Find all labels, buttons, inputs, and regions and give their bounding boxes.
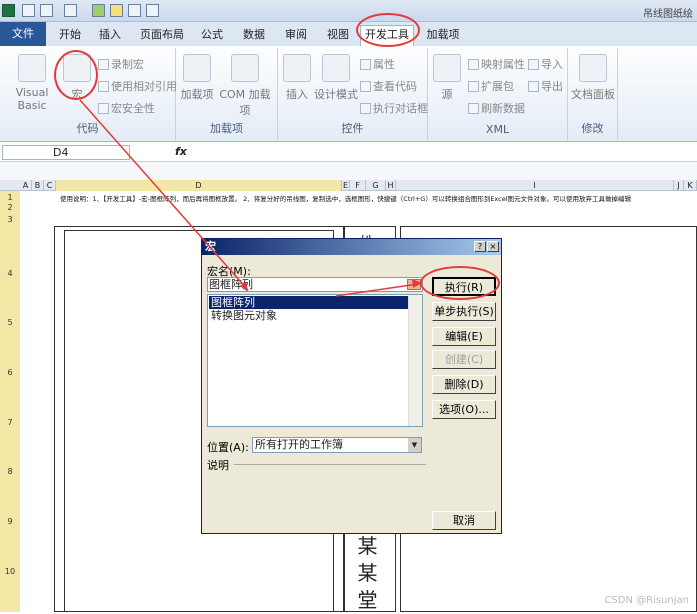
arrow-line bbox=[335, 283, 419, 297]
arrow-head bbox=[412, 279, 422, 288]
annotation-arrows bbox=[79, 99, 422, 297]
watermark: CSDN @Risunjan bbox=[604, 595, 689, 606]
arrow-head bbox=[240, 282, 248, 292]
arrow-line bbox=[79, 99, 249, 291]
